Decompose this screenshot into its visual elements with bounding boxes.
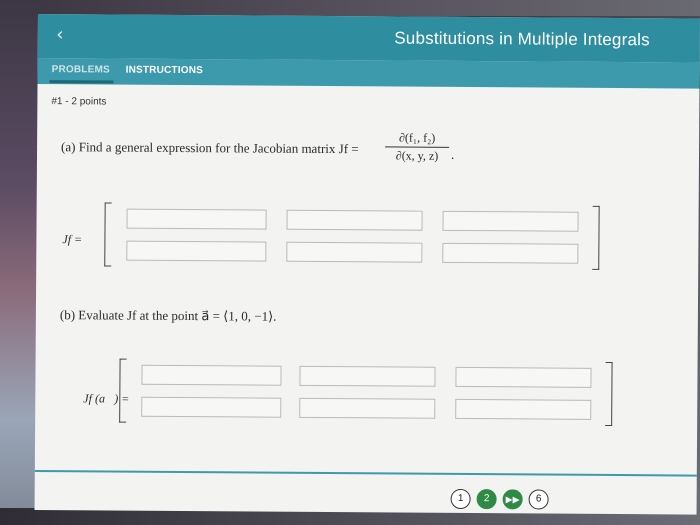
page-current-button[interactable]: 2 [476, 489, 497, 510]
matrix-b-cell-2-2[interactable] [299, 397, 436, 419]
tab-instructions[interactable]: INSTRUCTIONS [126, 65, 203, 77]
page-first-button[interactable]: 1 [450, 488, 471, 510]
part-a-prompt: (a) Find a general expression for the Ja… [61, 139, 359, 157]
matrix-b-left-bracket [119, 358, 127, 423]
matrix-a-left-bracket [104, 202, 112, 267]
matrix-b-cell-1-2[interactable] [299, 365, 436, 387]
chevron-left-icon[interactable]: ‹ [50, 23, 70, 47]
jacobian-fraction: ∂(f₁, f₂) ∂(x, y, z) [385, 130, 450, 163]
fraction-denominator: ∂(x, y, z) [395, 148, 439, 163]
matrix-a-cell-1-2[interactable] [286, 209, 423, 231]
matrix-a-cell-2-2[interactable] [286, 241, 423, 263]
app-screen: ‹ Substitutions in Multiple Integrals PR… [34, 14, 700, 515]
tab-bar: PROBLEMS INSTRUCTIONS [37, 57, 700, 89]
matrix-a-cell-1-3[interactable] [442, 210, 579, 232]
page-title: Substitutions in Multiple Integrals [394, 28, 650, 50]
matrix-b-cell-2-3[interactable] [455, 398, 592, 420]
fast-forward-icon[interactable]: ▶▶ [502, 489, 523, 510]
footer-divider [34, 469, 697, 477]
part-b-prompt: (b) Evaluate Jf at the point a⃗ = ⟨1, 0,… [59, 307, 277, 324]
matrix-a-right-bracket [592, 205, 600, 270]
matrix-b-cell-1-1[interactable] [141, 364, 282, 386]
page-last-button[interactable]: 6 [528, 489, 549, 510]
matrix-b-right-bracket [605, 361, 613, 427]
tab-problems[interactable]: PROBLEMS [52, 64, 110, 75]
header-bar: ‹ Substitutions in Multiple Integrals [37, 14, 700, 63]
matrix-b-cell-2-1[interactable] [141, 396, 282, 418]
active-tab-indicator [49, 80, 114, 84]
matrix-a-cell-2-3[interactable] [442, 242, 579, 264]
fraction-tail: . [450, 146, 455, 162]
problem-points: #1 - 2 points [51, 96, 107, 108]
matrix-a-cell-2-1[interactable] [126, 240, 267, 262]
matrix-a-label: Jf = [62, 232, 83, 247]
matrix-b-cell-1-3[interactable] [455, 366, 592, 388]
fraction-numerator: ∂(f₁, f₂) [385, 130, 450, 148]
matrix-a-cell-1-1[interactable] [126, 208, 267, 230]
